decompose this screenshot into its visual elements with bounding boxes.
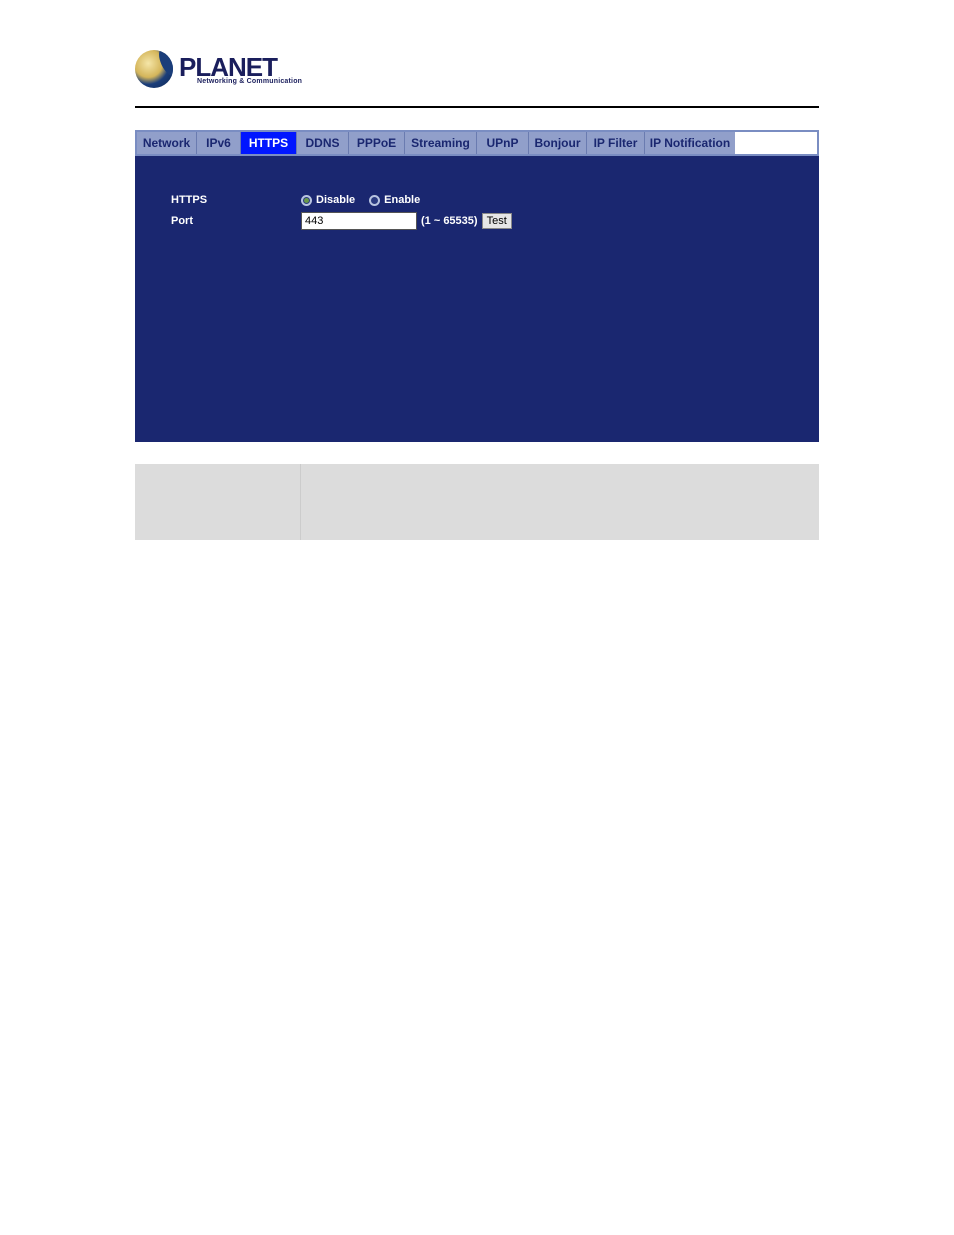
port-label: Port	[171, 215, 301, 227]
header-divider	[135, 106, 819, 108]
tab-pppoe[interactable]: PPPoE	[349, 132, 405, 154]
logo-sub-text: Networking & Communication	[197, 78, 302, 85]
tab-bar: Network IPv6 HTTPS DDNS PPPoE Streaming …	[135, 130, 819, 156]
https-disable-radio[interactable]	[301, 195, 312, 206]
tab-ddns[interactable]: DDNS	[297, 132, 349, 154]
content-panel: HTTPS Disable Enable Port (1 ~ 65535) Te…	[135, 156, 819, 442]
description-left	[135, 464, 300, 540]
https-label: HTTPS	[171, 194, 301, 206]
tab-bonjour[interactable]: Bonjour	[529, 132, 587, 154]
tab-streaming[interactable]: Streaming	[405, 132, 477, 154]
logo: PLANET Networking & Communication	[135, 50, 819, 88]
tab-ipv6[interactable]: IPv6	[197, 132, 241, 154]
tab-network[interactable]: Network	[137, 132, 197, 154]
description-right	[300, 464, 819, 540]
tab-upnp[interactable]: UPnP	[477, 132, 529, 154]
https-enable-radio[interactable]	[369, 195, 380, 206]
https-disable-label: Disable	[316, 194, 355, 206]
port-input[interactable]	[301, 212, 417, 230]
tab-ip-notification[interactable]: IP Notification	[645, 132, 735, 154]
tab-https[interactable]: HTTPS	[241, 132, 297, 154]
logo-main-text: PLANET	[179, 54, 302, 80]
test-button[interactable]: Test	[482, 213, 512, 229]
https-enable-label: Enable	[384, 194, 420, 206]
description-block	[135, 464, 819, 540]
tab-ip-filter[interactable]: IP Filter	[587, 132, 645, 154]
planet-logo-icon	[135, 50, 173, 88]
port-range-label: (1 ~ 65535)	[421, 215, 478, 227]
